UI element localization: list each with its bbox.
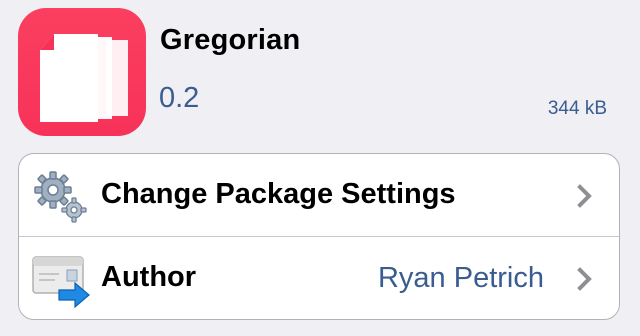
package-version: 0.2 — [159, 82, 200, 114]
package-name: Gregorian — [160, 24, 301, 56]
mail-author-icon — [31, 251, 93, 309]
gregorian-app-icon — [18, 8, 146, 136]
chevron-right-icon — [577, 267, 593, 291]
author-row[interactable]: Author Ryan Petrich — [19, 237, 619, 319]
change-package-settings-row[interactable]: Change Package Settings — [19, 154, 619, 237]
pages-icon — [40, 34, 128, 122]
options-table: Change Package Settings Author Ryan Petr… — [18, 153, 620, 320]
gears-icon — [31, 168, 93, 226]
package-size: 344 kB — [547, 98, 607, 119]
author-label: Author — [101, 261, 197, 293]
change-package-settings-label: Change Package Settings — [101, 178, 456, 210]
author-name: Ryan Petrich — [377, 262, 544, 294]
chevron-right-icon — [577, 184, 593, 208]
